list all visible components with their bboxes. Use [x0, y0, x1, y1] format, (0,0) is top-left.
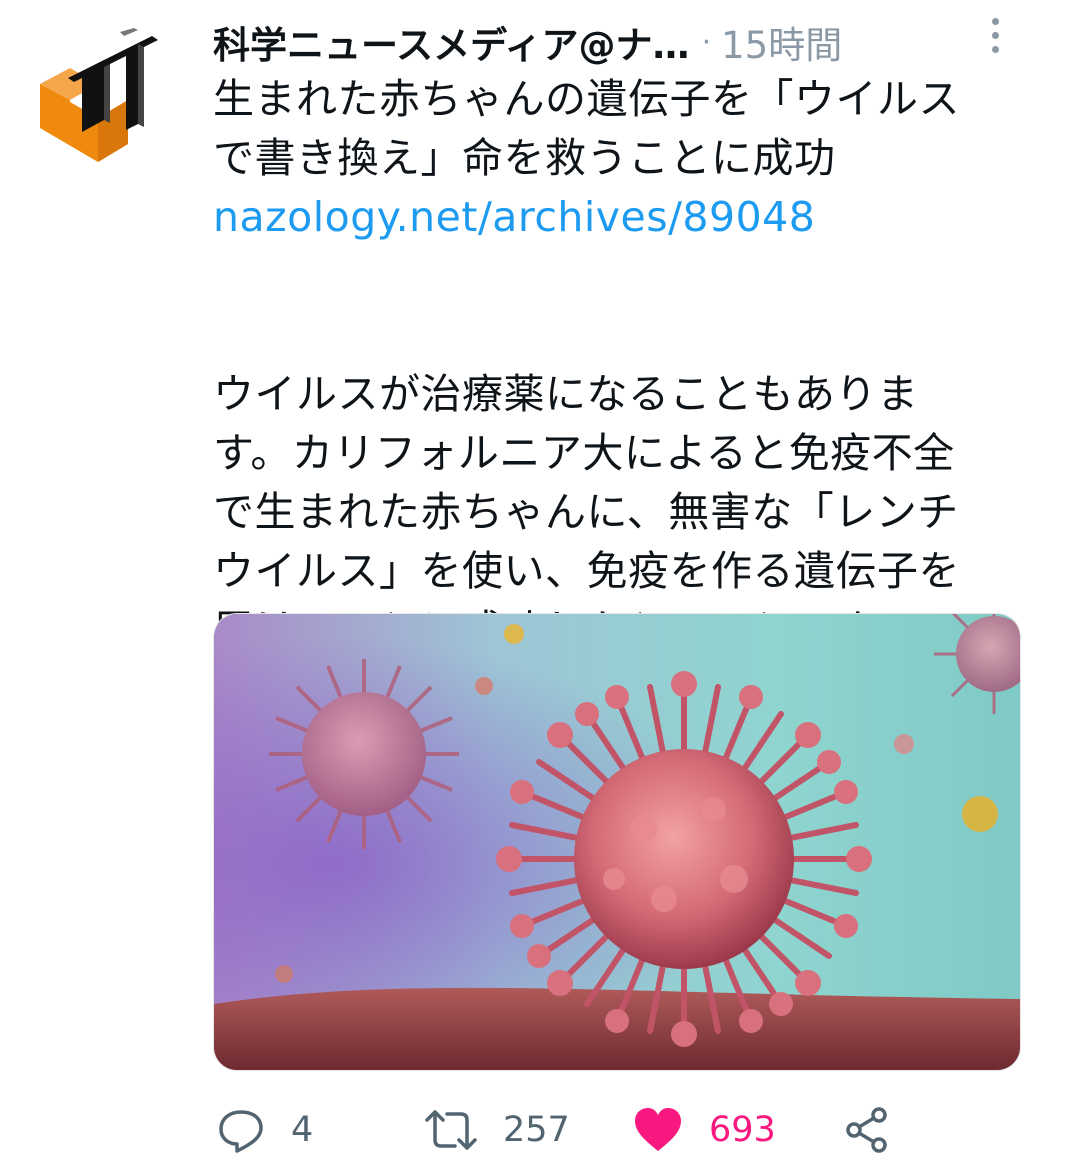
tweet-text: 生まれた赤ちゃんの遺伝子を「ウイルス で書き換え」命を救うことに成功 nazol… [213, 70, 1023, 660]
retweet-count: 257 [503, 1110, 570, 1150]
tweet-media-image[interactable] [213, 613, 1021, 1071]
more-options-icon[interactable] [985, 18, 1005, 58]
body-line: す。カリフォルニア大によると免疫不全 [213, 429, 955, 477]
share-icon [846, 1107, 887, 1153]
heart-icon [635, 1108, 681, 1151]
tweet-header: 科学ニュースメディア@ナ… · 15時間 [213, 14, 1023, 70]
headline-line: 生まれた赤ちゃんの遺伝子を「ウイルス [213, 75, 960, 123]
like-count: 693 [709, 1110, 776, 1150]
reply-count: 4 [291, 1110, 314, 1150]
like-button[interactable]: 693 [633, 1100, 776, 1160]
action-bar: 4 257 693 [213, 1100, 1033, 1160]
timestamp[interactable]: 15時間 [721, 15, 842, 69]
headline-line: で書き換え」命を救うことに成功 [213, 134, 836, 182]
tweet-content: 科学ニュースメディア@ナ… · 15時間 生まれた赤ちゃんの遺伝子を「ウイルス … [213, 14, 1023, 660]
tweet[interactable]: 科学ニュースメディア@ナ… · 15時間 生まれた赤ちゃんの遺伝子を「ウイルス … [0, 0, 1080, 1166]
body-line: ウイルスが治療薬になることもありま [213, 370, 919, 418]
body-line: で生まれた赤ちゃんに、無害な「レンチ [213, 488, 959, 536]
separator: · [701, 24, 712, 60]
retweet-button[interactable]: 257 [425, 1100, 570, 1160]
reply-button[interactable]: 4 [217, 1100, 313, 1160]
display-name[interactable]: 科学ニュースメディア@ナ… [213, 15, 690, 69]
share-button[interactable] [845, 1100, 891, 1160]
retweet-icon [425, 1110, 477, 1150]
reply-icon [219, 1110, 263, 1153]
publisher-logo [40, 28, 158, 162]
article-link[interactable]: nazology.net/archives/89048 [213, 188, 1023, 247]
body-line: ウイルス」を使い、免疫を作る遺伝子を [213, 547, 960, 595]
virus-illustration [214, 614, 1020, 1070]
avatar[interactable] [34, 28, 162, 172]
